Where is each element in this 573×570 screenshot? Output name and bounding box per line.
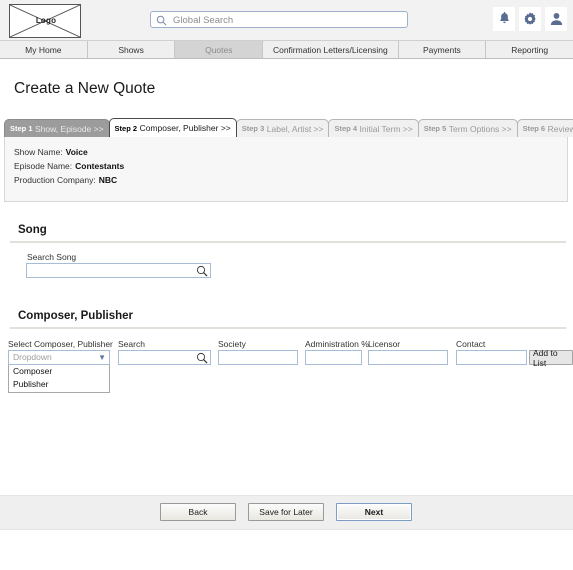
composer-publisher-dropdown-list: Composer Publisher <box>8 365 110 393</box>
next-button[interactable]: Next <box>336 503 412 521</box>
wizard-step-5-number: Step 5 <box>423 124 447 133</box>
magnifier-icon[interactable] <box>196 352 208 367</box>
user-icon <box>550 13 562 26</box>
info-label-production-company: Production Company: <box>14 175 96 185</box>
bell-icon <box>499 12 509 24</box>
nav-tab-payments[interactable]: Payments <box>398 41 487 58</box>
wizard-step-4[interactable]: Step 4 Initial Term >> <box>328 119 419 137</box>
society-label: Society <box>218 339 246 349</box>
search-song-input[interactable] <box>26 263 211 278</box>
quote-info-panel: Show Name: Voice Episode Name: Contestants… <box>4 136 568 202</box>
licensor-input[interactable] <box>368 350 448 365</box>
administration-percent-label: Administration % <box>305 339 369 349</box>
header-icon-group <box>493 7 567 31</box>
wizard-step-2-label: Composer, Publisher >> <box>139 123 231 133</box>
dropdown-option-publisher[interactable]: Publisher <box>9 378 109 391</box>
nav-tab-quotes[interactable]: Quotes <box>175 41 264 58</box>
wizard-step-2[interactable]: Step 2 Composer, Publisher >> <box>108 118 237 137</box>
app-logo[interactable]: Logo <box>9 4 81 38</box>
info-row-episode-name: Episode Name: Contestants <box>14 159 567 173</box>
administration-percent-input[interactable] <box>305 350 362 365</box>
wizard-step-2-number: Step 2 <box>114 123 138 133</box>
info-row-production-company: Production Company: NBC <box>14 173 567 187</box>
logo-label: Logo <box>35 16 57 25</box>
song-section-heading: Song <box>18 224 47 236</box>
wizard-step-1-label: Show, Episode >> <box>35 123 104 134</box>
wizard-step-6-number: Step 6 <box>522 124 546 133</box>
dropdown-option-composer[interactable]: Composer <box>9 365 109 378</box>
wizard-step-3[interactable]: Step 3 Label, Artist >> <box>235 119 330 137</box>
info-value-production-company: NBC <box>98 175 118 185</box>
composer-publisher-dropdown-value: Dropdown <box>13 352 52 362</box>
nav-tab-reporting[interactable]: Reporting <box>486 41 573 58</box>
back-button[interactable]: Back <box>160 503 236 521</box>
wizard-footer: Back Save for Later Next <box>0 495 573 530</box>
info-label-show-name: Show Name: <box>14 147 63 157</box>
wizard-step-6[interactable]: Step 6 Review Quote <box>516 119 573 137</box>
info-value-show-name: Voice <box>65 147 88 157</box>
nav-tab-confirmation-letters-licensing[interactable]: Confirmation Letters/Licensing <box>263 41 399 58</box>
wizard-step-4-label: Initial Term >> <box>359 123 413 134</box>
settings-button[interactable] <box>519 7 541 31</box>
main-navigation: My Home Shows Quotes Confirmation Letter… <box>0 41 573 59</box>
wizard-step-5[interactable]: Step 5 Term Options >> <box>417 119 518 137</box>
wizard-step-6-label: Review Quote <box>547 123 573 134</box>
info-value-episode-name: Contestants <box>75 161 125 171</box>
gear-icon <box>524 12 536 25</box>
wizard-step-5-label: Term Options >> <box>448 123 512 134</box>
chevron-down-icon: ▼ <box>98 353 106 362</box>
select-composer-publisher-label: Select Composer, Publisher <box>8 339 113 349</box>
search-song-label: Search Song <box>27 252 77 262</box>
licensor-label: Licensor <box>368 339 401 349</box>
composer-publisher-dropdown[interactable]: Dropdown ▼ <box>8 350 110 365</box>
song-section-divider <box>10 241 566 243</box>
contact-label: Contact <box>456 339 486 349</box>
info-label-episode-name: Episode Name: <box>14 161 73 171</box>
global-search-placeholder: Global Search <box>173 15 234 26</box>
notifications-button[interactable] <box>493 7 515 31</box>
wizard-step-tabs: Step 1 Show, Episode >> Step 2 Composer,… <box>4 118 573 137</box>
society-input[interactable] <box>218 350 298 365</box>
contact-input[interactable] <box>456 350 527 365</box>
composer-publisher-section-divider <box>10 327 566 329</box>
nav-tab-shows[interactable]: Shows <box>87 41 176 58</box>
info-row-show-name: Show Name: Voice <box>14 145 567 159</box>
composer-publisher-section-heading: Composer, Publisher <box>18 310 134 322</box>
search-icon <box>156 15 167 29</box>
wizard-step-1[interactable]: Step 1 Show, Episode >> <box>4 119 110 137</box>
app-header: Logo Global Search <box>0 0 573 41</box>
wizard-step-3-label: Label, Artist >> <box>266 123 324 134</box>
wizard-step-4-number: Step 4 <box>334 124 357 133</box>
wizard-step-1-number: Step 1 <box>10 124 33 133</box>
add-to-list-button[interactable]: Add to List <box>529 348 573 368</box>
global-search-field[interactable]: Global Search <box>150 11 408 28</box>
composer-search-input[interactable] <box>118 350 211 365</box>
nav-tab-my-home[interactable]: My Home <box>0 41 88 58</box>
user-profile-button[interactable] <box>545 7 567 31</box>
save-for-later-button[interactable]: Save for Later <box>248 503 324 521</box>
magnifier-icon[interactable] <box>196 265 208 280</box>
quote-wizard: Step 1 Show, Episode >> Step 2 Composer,… <box>4 118 573 202</box>
composer-search-label: Search <box>118 339 145 349</box>
wizard-step-3-number: Step 3 <box>241 124 265 133</box>
page-title: Create a New Quote <box>14 80 156 97</box>
